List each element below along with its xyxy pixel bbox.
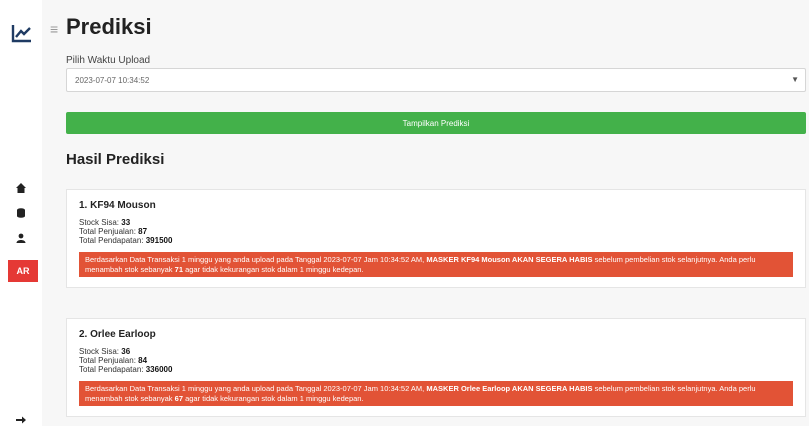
results-title: Hasil Prediksi — [66, 151, 165, 168]
active-menu-item[interactable]: AR — [8, 260, 38, 282]
income-value: 336000 — [145, 365, 173, 374]
alert-pre: Berdasarkan Data Transaksi 1 minggu yang… — [85, 384, 425, 393]
stock-alert: Berdasarkan Data Transaksi 1 minggu yang… — [79, 381, 793, 406]
income-row: Total Pendapatan: 391500 — [79, 236, 793, 245]
database-icon[interactable] — [13, 205, 29, 221]
income-label: Total Pendapatan: — [79, 365, 144, 374]
sales-row: Total Penjualan: 84 — [79, 356, 793, 365]
product-name: 1. KF94 Mouson — [79, 200, 156, 211]
alert-qty: 67 — [174, 393, 183, 403]
stock-label: Stock Sisa: — [79, 347, 120, 356]
sales-label: Total Penjualan: — [79, 227, 136, 236]
main-content: ≡ Prediksi Pilih Waktu Upload 2023-07-07… — [42, 0, 809, 426]
stock-alert: Berdasarkan Data Transaksi 1 minggu yang… — [79, 252, 793, 277]
upload-time-value: 2023-07-07 10:34:52 — [75, 76, 150, 85]
upload-time-select[interactable]: 2023-07-07 10:34:52 ▼ — [66, 68, 806, 92]
alert-bold: MASKER Orlee Earloop AKAN SEGERA HABIS — [426, 384, 593, 393]
menu-toggle-icon[interactable]: ≡ — [50, 22, 62, 36]
alert-qty: 71 — [174, 264, 183, 274]
stock-label: Stock Sisa: — [79, 218, 120, 227]
home-icon[interactable] — [13, 180, 29, 196]
stock-value: 33 — [121, 218, 131, 227]
income-label: Total Pendapatan: — [79, 236, 144, 245]
chart-line-icon[interactable] — [11, 22, 33, 44]
prediction-card: 2. Orlee Earloop Stock Sisa: 36 Total Pe… — [66, 318, 806, 417]
sales-row: Total Penjualan: 87 — [79, 227, 793, 236]
prediction-card: 1. KF94 Mouson Stock Sisa: 33 Total Penj… — [66, 189, 806, 288]
alert-post: agar tidak kekurangan stok dalam 1 mingg… — [185, 264, 364, 274]
sidebar: AR — [0, 0, 42, 426]
sales-value: 84 — [138, 356, 148, 365]
income-row: Total Pendapatan: 336000 — [79, 365, 793, 374]
sales-value: 87 — [138, 227, 148, 236]
stock-row: Stock Sisa: 33 — [79, 218, 793, 227]
chevron-down-icon: ▼ — [791, 75, 799, 84]
income-value: 391500 — [145, 236, 173, 245]
upload-time-label: Pilih Waktu Upload — [66, 55, 151, 66]
alert-pre: Berdasarkan Data Transaksi 1 minggu yang… — [85, 255, 425, 264]
logout-icon[interactable] — [13, 412, 29, 426]
stock-value: 36 — [121, 347, 131, 356]
product-name: 2. Orlee Earloop — [79, 329, 156, 340]
sales-label: Total Penjualan: — [79, 356, 136, 365]
user-icon[interactable] — [13, 230, 29, 246]
active-menu-label: AR — [16, 266, 30, 276]
stock-row: Stock Sisa: 36 — [79, 347, 793, 356]
alert-bold: MASKER KF94 Mouson AKAN SEGERA HABIS — [426, 255, 593, 264]
page-title: Prediksi — [66, 14, 152, 39]
alert-post: agar tidak kekurangan stok dalam 1 mingg… — [185, 393, 364, 403]
show-prediction-button[interactable]: Tampilkan Prediksi — [66, 112, 806, 134]
